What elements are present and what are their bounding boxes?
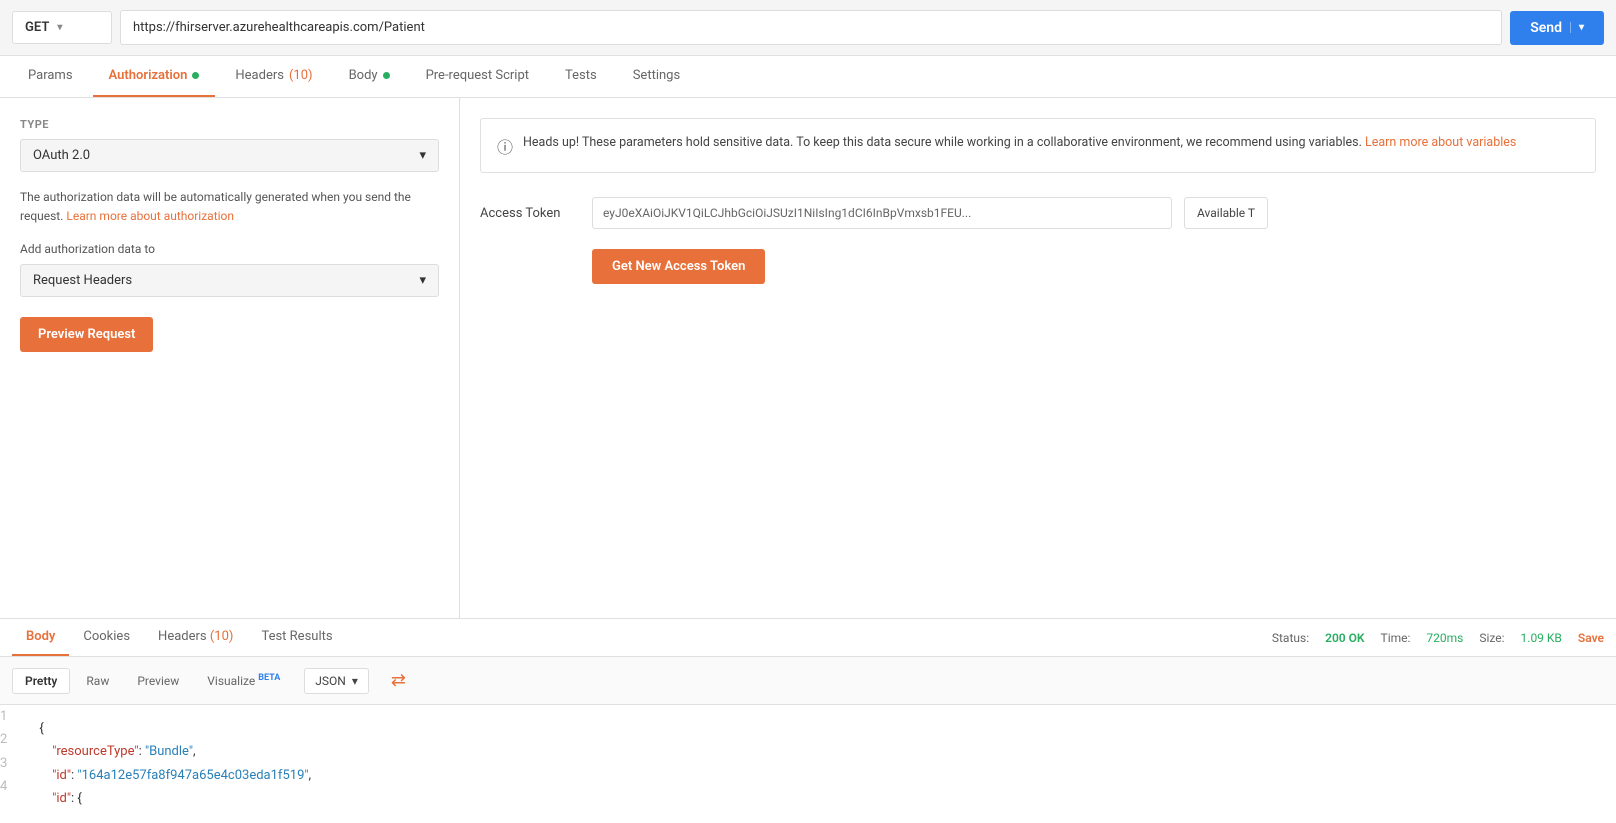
method-label: GET	[25, 20, 49, 35]
status-value: 200 OK	[1325, 631, 1364, 645]
code-line-3: "id": "164a12e57fa8f947a65e4c03eda1f519"…	[39, 764, 1600, 787]
format-tab-preview[interactable]: Preview	[125, 669, 191, 693]
code-line-1: {	[39, 717, 1600, 740]
size-label: Size:	[1479, 631, 1504, 645]
tab-params[interactable]: Params	[12, 56, 89, 97]
code-line-4: "id": {	[39, 787, 1600, 810]
format-chevron-icon: ▾	[352, 674, 358, 688]
add-to-value: Request Headers	[33, 273, 132, 288]
response-tab-body[interactable]: Body	[12, 619, 69, 656]
format-tab-raw[interactable]: Raw	[74, 669, 121, 693]
auth-description: The authorization data will be automatic…	[20, 188, 439, 226]
beta-badge: BETA	[258, 673, 280, 683]
variables-link[interactable]: Learn more about variables	[1365, 135, 1516, 150]
tab-pre-request[interactable]: Pre-request Script	[410, 56, 545, 97]
auth-left-panel: TYPE OAuth 2.0 ▾ The authorization data …	[0, 98, 460, 618]
tab-tests[interactable]: Tests	[549, 56, 613, 97]
tab-tests-label: Tests	[565, 68, 597, 83]
url-input[interactable]	[120, 10, 1502, 45]
send-button[interactable]: Send ▾	[1510, 11, 1604, 45]
time-value: 720ms	[1426, 631, 1463, 645]
access-token-input[interactable]	[592, 197, 1172, 229]
format-tab-visualize[interactable]: Visualize BETA	[195, 668, 292, 693]
tab-pre-request-label: Pre-request Script	[426, 68, 529, 83]
tab-body-label: Body	[349, 68, 378, 83]
response-tab-cookies[interactable]: Cookies	[69, 619, 144, 656]
response-tab-headers[interactable]: Headers (10)	[144, 619, 247, 656]
code-content: { "resourceType": "Bundle", "id": "164a1…	[23, 705, 1616, 823]
warning-icon: ⓘ	[497, 134, 513, 158]
available-tokens-button[interactable]: Available T	[1184, 197, 1268, 229]
preview-request-button[interactable]: Preview Request	[20, 317, 153, 352]
add-to-chevron-icon: ▾	[419, 273, 426, 288]
access-token-row: Access Token Available T	[480, 197, 1596, 229]
type-label: TYPE	[20, 118, 439, 131]
time-label: Time:	[1381, 631, 1411, 645]
format-tab-pretty[interactable]: Pretty	[12, 668, 70, 694]
headers-count: (10)	[289, 68, 313, 83]
tab-authorization-label: Authorization	[109, 68, 188, 83]
access-token-label: Access Token	[480, 206, 580, 221]
add-to-dropdown[interactable]: Request Headers ▾	[20, 264, 439, 297]
response-tab-test-results[interactable]: Test Results	[247, 619, 346, 656]
body-dot	[383, 72, 390, 79]
send-label: Send	[1530, 20, 1562, 36]
tab-settings-label: Settings	[633, 68, 680, 83]
request-tabs-bar: Params Authorization Headers (10) Body P…	[0, 56, 1616, 98]
size-value: 1.09 KB	[1521, 631, 1562, 645]
tab-params-label: Params	[28, 68, 73, 83]
tab-headers-label: Headers	[235, 68, 284, 83]
type-dropdown[interactable]: OAuth 2.0 ▾	[20, 139, 439, 172]
send-chevron-icon: ▾	[1570, 22, 1584, 33]
code-line-2: "resourceType": "Bundle",	[39, 740, 1600, 763]
line-numbers: 1 2 3 4	[0, 705, 23, 823]
authorization-dot	[192, 72, 199, 79]
method-select[interactable]: GET ▾	[12, 11, 112, 44]
get-token-row: Get New Access Token	[592, 249, 1596, 284]
wrap-button[interactable]: ⇄	[381, 665, 416, 696]
tab-body[interactable]: Body	[333, 56, 406, 97]
bottom-section: Body Cookies Headers (10) Test Results S…	[0, 618, 1616, 823]
method-chevron-icon: ▾	[57, 22, 62, 33]
status-label: Status:	[1272, 631, 1309, 645]
get-new-access-token-button[interactable]: Get New Access Token	[592, 249, 765, 284]
response-tabs-bar: Body Cookies Headers (10) Test Results S…	[0, 619, 1616, 657]
auth-right-panel: ⓘ Heads up! These parameters hold sensit…	[460, 98, 1616, 618]
top-bar: GET ▾ Send ▾	[0, 0, 1616, 56]
type-value: OAuth 2.0	[33, 148, 90, 163]
learn-more-link[interactable]: Learn more about authorization	[66, 209, 234, 223]
response-status-bar: Status: 200 OK Time: 720ms Size: 1.09 KB…	[1272, 631, 1604, 645]
main-content: TYPE OAuth 2.0 ▾ The authorization data …	[0, 98, 1616, 618]
type-chevron-icon: ▾	[419, 148, 426, 163]
response-format-bar: Pretty Raw Preview Visualize BETA JSON ▾…	[0, 657, 1616, 705]
tab-headers[interactable]: Headers (10)	[219, 56, 328, 97]
tab-settings[interactable]: Settings	[617, 56, 696, 97]
format-type-label: JSON	[315, 674, 346, 688]
warning-box: ⓘ Heads up! These parameters hold sensit…	[480, 118, 1596, 173]
save-response-button[interactable]: Save	[1578, 631, 1604, 645]
code-view: 1 2 3 4 { "resourceType": "Bundle", "id"…	[0, 705, 1616, 823]
warning-text: Heads up! These parameters hold sensitiv…	[523, 133, 1516, 153]
tab-authorization[interactable]: Authorization	[93, 56, 216, 97]
add-auth-label: Add authorization data to	[20, 242, 439, 256]
format-type-select[interactable]: JSON ▾	[304, 668, 369, 694]
